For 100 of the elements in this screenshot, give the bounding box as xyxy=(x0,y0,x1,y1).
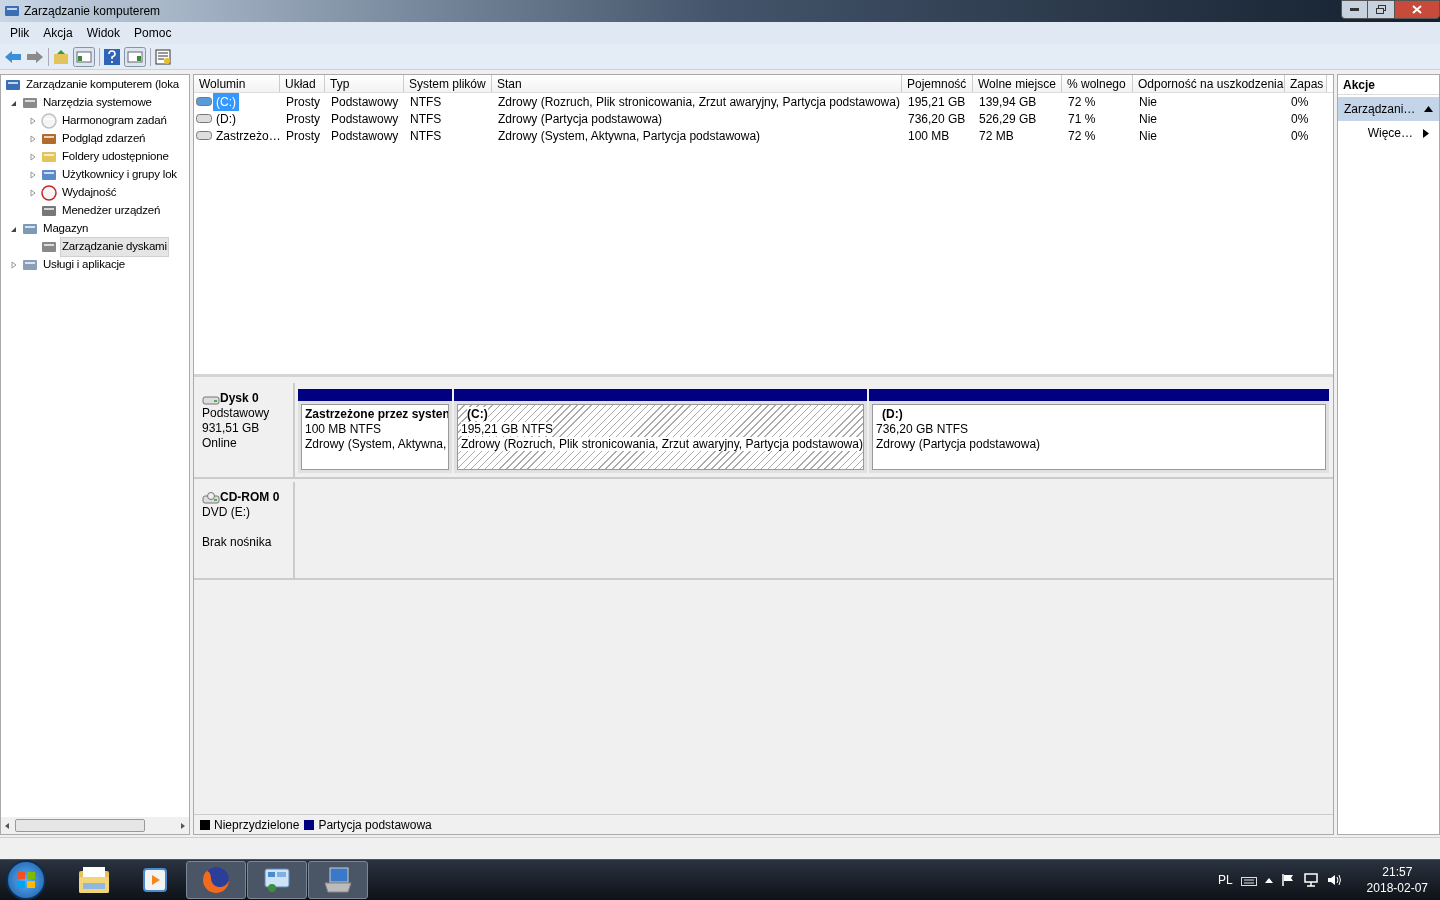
media-player-icon xyxy=(141,866,169,894)
table-cell: 100 MB xyxy=(908,128,950,143)
tree-item[interactable]: Wydajność xyxy=(60,183,119,203)
network-icon[interactable] xyxy=(1302,873,1319,887)
menu-item[interactable]: Pomoc xyxy=(127,24,179,42)
tree-item[interactable]: Użytkownicy i grupy lok xyxy=(60,165,179,185)
table-cell: Podstawowy xyxy=(331,94,399,109)
partition-status: Zdrowy (System, Aktywna, xyxy=(305,437,447,451)
minimize-icon xyxy=(1350,8,1359,11)
partition-status: Zdrowy (Partycja podstawowa) xyxy=(876,437,1041,451)
maximize-button[interactable] xyxy=(1368,0,1394,19)
scroll-left-icon[interactable] xyxy=(3,821,11,830)
table-cell: 72 % xyxy=(1068,94,1096,109)
volume-icon[interactable] xyxy=(1326,873,1343,887)
actions-title: Akcje xyxy=(1343,76,1376,94)
table-cell[interactable]: Zastrzeżo… xyxy=(213,126,284,145)
tree-item[interactable]: Harmonogram zadań xyxy=(60,111,169,131)
legend-label: Nieprzydzielone xyxy=(214,816,300,834)
table-cell: Nie xyxy=(1139,111,1157,126)
legend-label: Partycja podstawowa xyxy=(318,816,432,834)
language-indicator[interactable]: PL xyxy=(1217,871,1233,889)
table-cell: 139,94 GB xyxy=(979,94,1037,109)
more-actions-link[interactable]: Więce… xyxy=(1338,121,1439,145)
restore-icon xyxy=(1376,5,1386,14)
menu-item[interactable]: Widok xyxy=(79,24,128,42)
table-cell: Zdrowy (Rozruch, Plik stronicowania, Zrzut awaryjny, Partycja podstawowa) xyxy=(498,94,900,109)
actions-section[interactable]: Zarządzani… xyxy=(1338,97,1439,121)
table-cell: 72 MB xyxy=(979,128,1014,143)
table-cell: 72 % xyxy=(1068,128,1096,143)
scrollbar-thumb[interactable] xyxy=(15,819,145,832)
column-header[interactable]: Wolumin xyxy=(194,75,280,92)
column-header[interactable]: Pojemność xyxy=(902,75,973,92)
tree-item[interactable]: Foldery udostępnione xyxy=(60,147,171,167)
minimize-button[interactable] xyxy=(1341,0,1368,19)
partition-status: Zdrowy (Rozruch, Plik stronicowania, Zrzut awaryjny, Partycja podstawowa) xyxy=(461,437,863,451)
close-button[interactable] xyxy=(1394,0,1440,19)
flag-icon[interactable] xyxy=(1280,873,1295,887)
tree-item[interactable]: Narzędzia systemowe xyxy=(41,93,154,113)
horizontal-scrollbar[interactable] xyxy=(1,817,189,834)
collapse-arrow-icon xyxy=(1424,106,1433,112)
windows-logo-icon xyxy=(16,871,36,889)
table-cell: 71 % xyxy=(1068,111,1096,126)
menu-item[interactable]: Akcja xyxy=(36,24,80,42)
table-cell: 0% xyxy=(1291,128,1309,143)
disk-name: CD-ROM 0 xyxy=(220,490,280,505)
scroll-right-icon[interactable] xyxy=(179,821,187,830)
column-header[interactable]: Odporność na uszkodzenia xyxy=(1133,75,1285,92)
tree-item[interactable]: Menedżer urządzeń xyxy=(60,201,163,221)
table-cell: Podstawowy xyxy=(331,128,399,143)
disk-detail: Podstawowy xyxy=(202,406,270,420)
disk-status: Online xyxy=(202,436,237,450)
help-icon[interactable] xyxy=(104,48,120,65)
show-hidden-icons-icon[interactable] xyxy=(1264,877,1273,883)
column-header[interactable]: % wolnego xyxy=(1062,75,1133,92)
column-header[interactable]: Układ xyxy=(280,75,325,92)
table-cell: Podstawowy xyxy=(331,111,399,126)
computer-management-icon xyxy=(322,865,354,895)
tree-item[interactable]: Magazyn xyxy=(41,219,91,239)
start-button[interactable] xyxy=(6,860,46,900)
partition-label: (D:) xyxy=(882,407,903,421)
tree-item[interactable]: Usługi i aplikacje xyxy=(41,255,128,275)
table-cell[interactable]: (D:) xyxy=(213,109,239,128)
table-cell: 0% xyxy=(1291,94,1309,109)
clock-date[interactable]: 2018-02-07 xyxy=(1366,880,1428,896)
tree-item[interactable]: Zarządzanie dyskami xyxy=(60,237,169,257)
table-cell: Nie xyxy=(1139,94,1157,109)
column-header[interactable]: System plików xyxy=(404,75,492,92)
partition-size: 195,21 GB NTFS xyxy=(461,422,554,436)
partition-size: 736,20 GB NTFS xyxy=(876,422,969,436)
window-title: Zarządzanie komputerem xyxy=(24,3,161,20)
close-icon xyxy=(1412,5,1422,14)
menu-item[interactable]: Plik xyxy=(3,24,37,42)
column-header[interactable]: Stan xyxy=(492,75,902,92)
column-header[interactable]: Wolne miejsce xyxy=(973,75,1062,92)
table-cell: Prosty xyxy=(286,111,320,126)
table-cell: Prosty xyxy=(286,94,320,109)
control-panel-icon xyxy=(262,865,292,895)
panel-icon[interactable] xyxy=(73,46,95,67)
partition-label: (C:) xyxy=(467,407,488,421)
table-cell: 736,20 GB xyxy=(908,111,966,126)
forward-arrow-icon[interactable] xyxy=(26,49,44,64)
clock-time[interactable]: 21:57 xyxy=(1382,864,1413,880)
column-header[interactable]: Typ xyxy=(325,75,404,92)
partition-size: 100 MB NTFS xyxy=(305,422,382,436)
folder-up-icon[interactable] xyxy=(53,48,69,65)
panel-icon[interactable] xyxy=(124,46,146,67)
submenu-arrow-icon xyxy=(1423,128,1429,138)
drive-icon xyxy=(196,97,212,106)
tree-item[interactable]: Zarządzanie komputerem (loka xyxy=(24,75,181,95)
tree-item[interactable]: Podgląd zdarzeń xyxy=(60,129,148,149)
partition-block[interactable]: (C:) 195,21 GB NTFS Zdrowy (Rozruch, Plik stronicowania, Zrzut awaryjny, Partycja podstawowa) xyxy=(454,389,867,473)
table-cell: Nie xyxy=(1139,128,1157,143)
column-header[interactable]: Zapas xyxy=(1285,75,1327,92)
table-cell: 0% xyxy=(1291,111,1309,126)
partition-block[interactable]: (D:) 736,20 GB NTFS Zdrowy (Partycja podstawowa) xyxy=(869,389,1329,473)
disk-status: Brak nośnika xyxy=(202,535,272,549)
keyboard-icon[interactable] xyxy=(1240,874,1257,886)
back-arrow-icon[interactable] xyxy=(4,49,22,64)
properties-icon[interactable] xyxy=(155,48,171,65)
table-cell: 526,29 GB xyxy=(979,111,1037,126)
